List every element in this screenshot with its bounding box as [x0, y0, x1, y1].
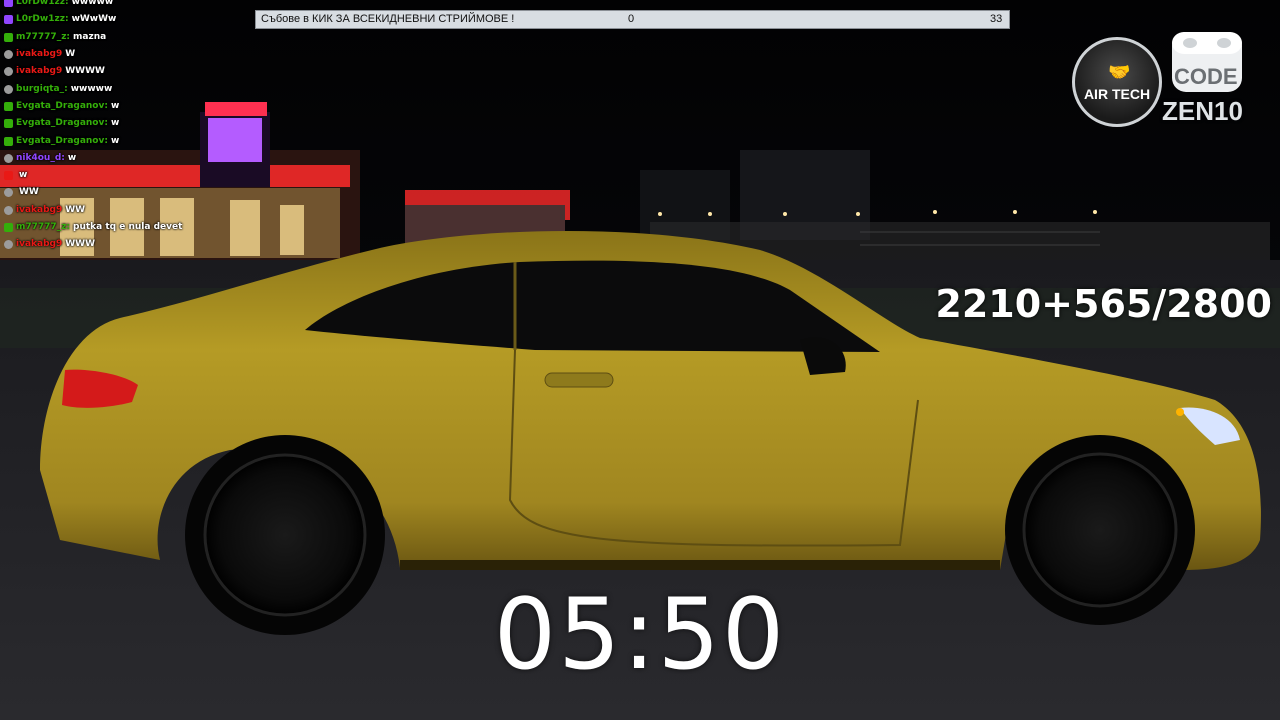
promo-code-label: CODE — [1174, 64, 1238, 89]
bits-badge-icon — [4, 67, 13, 77]
gift-badge-icon — [4, 171, 13, 181]
mod-badge-icon — [4, 136, 13, 146]
chat-username[interactable]: m77777_z: — [16, 29, 70, 46]
chat-text: WWW — [65, 239, 96, 250]
chat-text: w — [110, 100, 120, 111]
mod-badge-icon — [4, 32, 13, 42]
chat-message: WW — [4, 184, 244, 201]
goal-title: Събове в КИК ЗА ВСЕКИДНЕВНИ СТРИЙМОВЕ ! — [261, 13, 515, 25]
chat-username[interactable]: L0rDw1zz: — [16, 11, 69, 28]
sub-counter: 2210+565/2800 — [935, 282, 1272, 326]
chat-username[interactable]: ivakabg9 — [16, 63, 62, 80]
chat-text: putka tq e nula devet — [73, 222, 183, 232]
chat-username[interactable]: Evgata_Draganov: — [16, 98, 108, 115]
chat-username[interactable]: burgiqta_: — [16, 81, 68, 98]
chat-text: wWwWw — [71, 14, 117, 25]
chat-overlay: L0rDw1zz: wwwww L0rDw1zz: wWwWw m77777_z: maz… — [4, 0, 244, 253]
bits-badge-icon — [4, 84, 13, 94]
chat-text: mazna — [73, 31, 107, 42]
chat-username[interactable]: m77777_z: — [16, 219, 70, 236]
chat-message: m77777_z: putka tq e nula devet — [4, 219, 244, 236]
sub-badge-icon — [4, 0, 13, 8]
bits-badge-icon — [4, 50, 13, 60]
chat-text: w — [110, 135, 120, 146]
sub-badge-icon — [4, 15, 13, 25]
promo-code-value: ZEN10 — [1162, 96, 1243, 126]
chat-text: WW — [19, 187, 39, 198]
chat-username[interactable]: L0rDw1zz: — [16, 0, 69, 11]
chat-username[interactable]: ivakabg9 — [16, 202, 62, 219]
mod-badge-icon — [4, 101, 13, 111]
chat-message: ivakabg9 WWW — [4, 236, 244, 253]
chat-message: burgiqta_: wwwww — [4, 80, 244, 97]
chat-text: WW — [65, 204, 86, 215]
chat-message: L0rDw1zz: wWwWw — [4, 11, 244, 28]
chat-message: Evgata_Draganov: w — [4, 132, 244, 149]
chat-text: w — [19, 170, 28, 181]
chat-text: wwwww — [71, 0, 114, 8]
goal-current: 0 — [628, 13, 635, 25]
chat-message: ivakabg9 W — [4, 46, 244, 63]
chat-username[interactable]: Evgata_Draganov: — [16, 115, 108, 132]
chat-message: L0rDw1zz: wwwww — [4, 0, 244, 11]
chat-username[interactable]: nik4ou_d: — [16, 150, 65, 167]
chat-message: ivakabg9 WW — [4, 202, 244, 219]
chat-text: w — [110, 118, 120, 129]
bits-badge-icon — [4, 205, 13, 215]
sub-goal-bar: Събове в КИК ЗА ВСЕКИДНЕВНИ СТРИЙМОВЕ ! … — [255, 10, 1010, 29]
chat-username[interactable]: ivakabg9 — [16, 46, 62, 63]
countdown-timer: 05:50 — [493, 578, 787, 692]
chat-message: Evgata_Draganov: w — [4, 115, 244, 132]
handshake-icon: 🤝 — [1108, 62, 1131, 83]
bits-badge-icon — [4, 153, 13, 163]
chat-text: wwwww — [70, 83, 113, 94]
chat-username[interactable]: Evgata_Draganov: — [16, 133, 108, 150]
chat-text: w — [67, 152, 77, 163]
chat-message: w — [4, 167, 244, 184]
chat-message: Evgata_Draganov: w — [4, 98, 244, 115]
airtech-logo: 🤝 AIR TECH — [1072, 37, 1162, 127]
chat-message: nik4ou_d: w — [4, 150, 244, 167]
goal-target: 33 — [990, 13, 1003, 25]
chat-message: ivakabg9 WWWW — [4, 63, 244, 80]
chat-message: m77777_z: mazna — [4, 29, 244, 46]
mod-badge-icon — [4, 119, 13, 129]
chat-username[interactable]: ivakabg9 — [16, 236, 62, 253]
chat-text: W — [65, 49, 76, 60]
chat-text: WWWW — [65, 66, 105, 77]
bits-badge-icon — [4, 188, 13, 198]
airtech-label: AIR TECH — [1083, 86, 1151, 102]
mod-badge-icon — [4, 223, 13, 232]
bits-badge-icon — [4, 240, 13, 250]
